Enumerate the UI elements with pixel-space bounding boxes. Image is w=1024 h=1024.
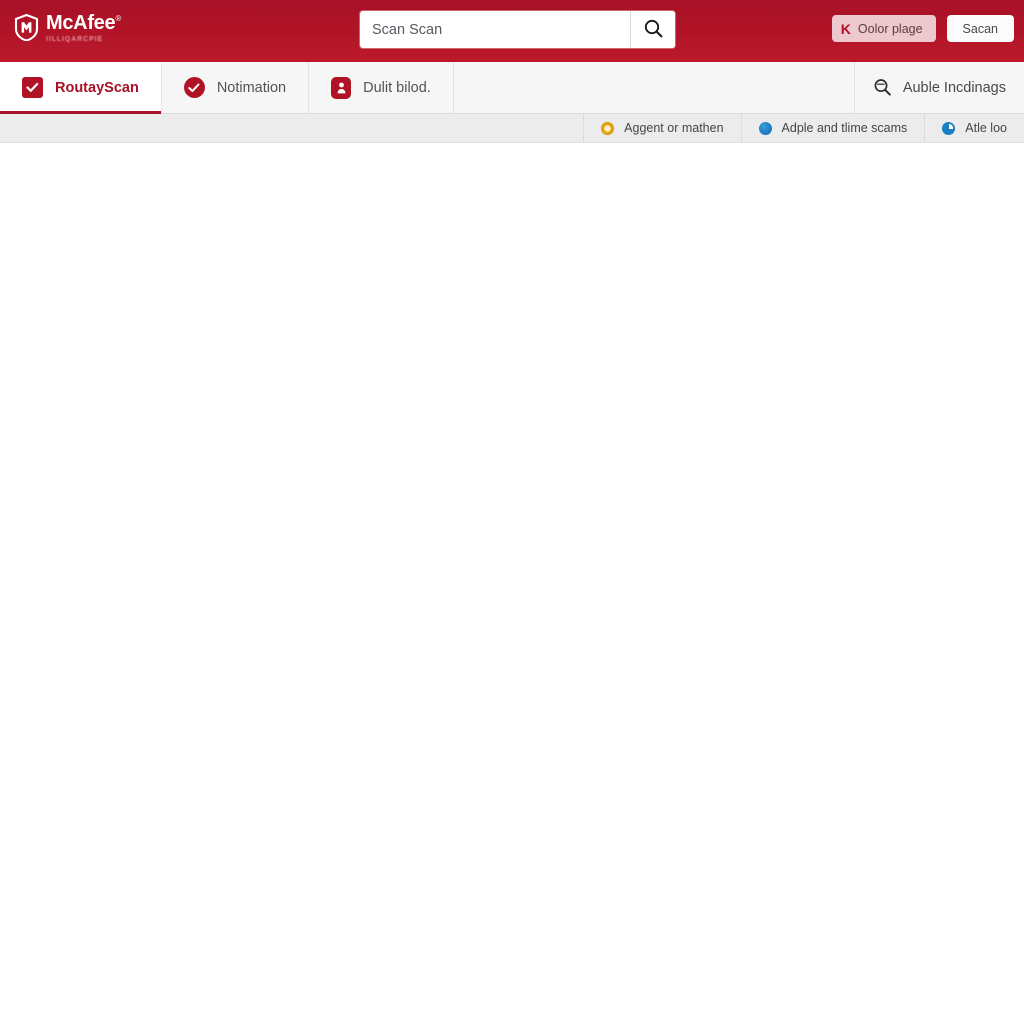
tab-auble-incdinags[interactable]: Auble Incdinags (854, 62, 1024, 113)
tab-routayscan[interactable]: RoutayScan (0, 62, 162, 114)
app-window: McAfee IILLIQARCPIE K Oolor plage (0, 0, 1024, 1024)
k-mark-icon: K (840, 20, 851, 37)
tab-notimation[interactable]: Notimation (161, 62, 310, 113)
brand-name: McAfee (46, 13, 121, 33)
tab-notimation-label: Notimation (216, 79, 287, 96)
checkbox-square-icon (22, 77, 43, 98)
subitem-adple-and-tlime-scams[interactable]: Adple and tlime scams (740, 114, 925, 142)
search-input[interactable] (360, 11, 630, 48)
header-actions: K Oolor plage Sacan (831, 15, 1014, 42)
brand-logo[interactable]: McAfee IILLIQARCPIE (14, 13, 121, 43)
info-circle-icon (942, 121, 956, 135)
subitem-aggent-or-mathen-label: Aggent or mathen (624, 121, 724, 135)
search-submit-button[interactable] (630, 11, 675, 48)
tab-auble-incdinags-label: Auble Incdinags (902, 79, 1006, 96)
check-circle-icon (183, 77, 205, 98)
mcafee-shield-logo-icon (14, 14, 39, 41)
main-content-area (0, 143, 1024, 1024)
tab-routayscan-label: RoutayScan (55, 79, 139, 96)
subitem-atle-loo-label: Atle loo (965, 121, 1007, 135)
scan-button[interactable]: Sacan (946, 15, 1014, 42)
warning-circle-icon (601, 121, 615, 135)
color-plage-button[interactable]: K Oolor plage (831, 15, 936, 42)
shield-person-icon (331, 76, 352, 99)
subitem-atle-loo[interactable]: Atle loo (924, 114, 1024, 142)
tab-dulit-bilod[interactable]: Dulit bilod. (309, 62, 454, 113)
globe-circle-icon (758, 121, 772, 135)
sub-toolbar: Aggent or mathen Adple and tlime scams A… (0, 114, 1024, 143)
magnifier-search-icon (873, 78, 892, 97)
search-icon (644, 19, 663, 41)
app-header: McAfee IILLIQARCPIE K Oolor plage (0, 0, 1024, 62)
tab-bar: RoutayScan Notimation Dulit bilod. Auble… (0, 62, 1024, 114)
scan-button-label: Sacan (962, 21, 998, 36)
subitem-adple-and-tlime-scams-label: Adple and tlime scams (781, 121, 908, 135)
tab-dulit-bilod-label: Dulit bilod. (363, 79, 431, 96)
search-bar[interactable] (360, 11, 675, 48)
color-plage-label: Oolor plage (857, 21, 923, 36)
subitem-aggent-or-mathen[interactable]: Aggent or mathen (583, 114, 740, 142)
brand-subtitle: IILLIQARCPIE (46, 36, 104, 43)
tab-bar-spacer (453, 62, 855, 113)
